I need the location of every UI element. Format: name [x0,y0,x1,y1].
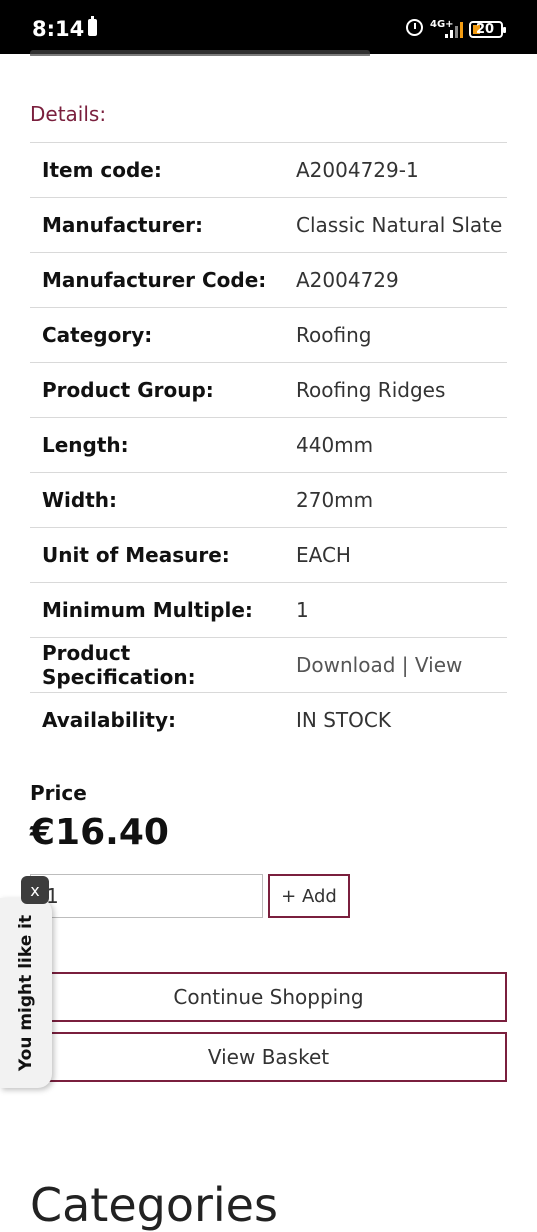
detail-label: Minimum Multiple: [42,598,253,622]
view-spec-link[interactable]: View [415,653,462,677]
detail-value: Roofing Ridges [296,378,446,402]
detail-label: Availability: [42,708,176,733]
price-value: €16.40 [30,812,169,853]
continue-shopping-button[interactable]: Continue Shopping [30,972,507,1022]
details-table: Item code: A2004729-1 Manufacturer: Clas… [30,142,507,748]
signal-icon [445,22,463,38]
close-icon[interactable]: x [21,876,49,904]
detail-label: Product Group: [42,378,214,402]
detail-label: Length: [42,433,129,457]
link-separator: | [401,653,409,677]
detail-label: Category: [42,323,153,347]
availability-status: IN STOCK [296,708,391,733]
battery-saver-icon [88,16,97,36]
battery-icon: 20 [469,21,506,38]
truncated-description [30,40,370,56]
view-basket-button[interactable]: View Basket [30,1032,507,1082]
detail-label: Unit of Measure: [42,543,230,567]
detail-row: Availability: IN STOCK [30,692,507,748]
detail-row: Minimum Multiple: 1 [30,582,507,638]
detail-value: Roofing [296,323,372,347]
you-might-like-it-tab[interactable]: You might like it [0,898,52,1088]
detail-row: Length: 440mm [30,417,507,473]
detail-label: Product Specification: [42,641,196,689]
status-time: 8:14 [32,17,85,41]
detail-label: Item code: [42,158,162,182]
price-label: Price [30,781,87,805]
detail-row: Width: 270mm [30,472,507,528]
detail-row: Manufacturer: Classic Natural Slate [30,197,507,253]
details-heading: Details: [30,102,107,126]
battery-level: 20 [476,22,495,37]
detail-label: Width: [42,488,118,512]
quantity-input[interactable] [30,874,263,918]
download-spec-link[interactable]: Download [296,653,395,677]
detail-value: A2004729-1 [296,158,419,182]
detail-row: Manufacturer Code: A2004729 [30,252,507,308]
alarm-icon [406,19,423,36]
detail-value: 440mm [296,433,374,457]
detail-value: Download | View [285,638,507,693]
detail-row: Item code: A2004729-1 [30,142,507,198]
detail-row: Category: Roofing [30,307,507,363]
categories-heading: Categories [30,1178,278,1232]
add-to-cart-button[interactable]: + Add [268,874,350,918]
detail-label: Manufacturer Code: [42,268,267,292]
detail-row: Unit of Measure: EACH [30,527,507,583]
detail-value: EACH [296,543,351,567]
side-tab-label: You might like it [16,914,36,1072]
detail-row: Product Specification: Download | View [30,637,507,693]
detail-row: Product Group: Roofing Ridges [30,362,507,418]
detail-value: Classic Natural Slate [296,213,503,237]
detail-value: A2004729 [296,268,399,292]
detail-value: 270mm [296,488,374,512]
detail-value: 1 [296,598,309,622]
detail-label: Manufacturer: [42,213,204,237]
